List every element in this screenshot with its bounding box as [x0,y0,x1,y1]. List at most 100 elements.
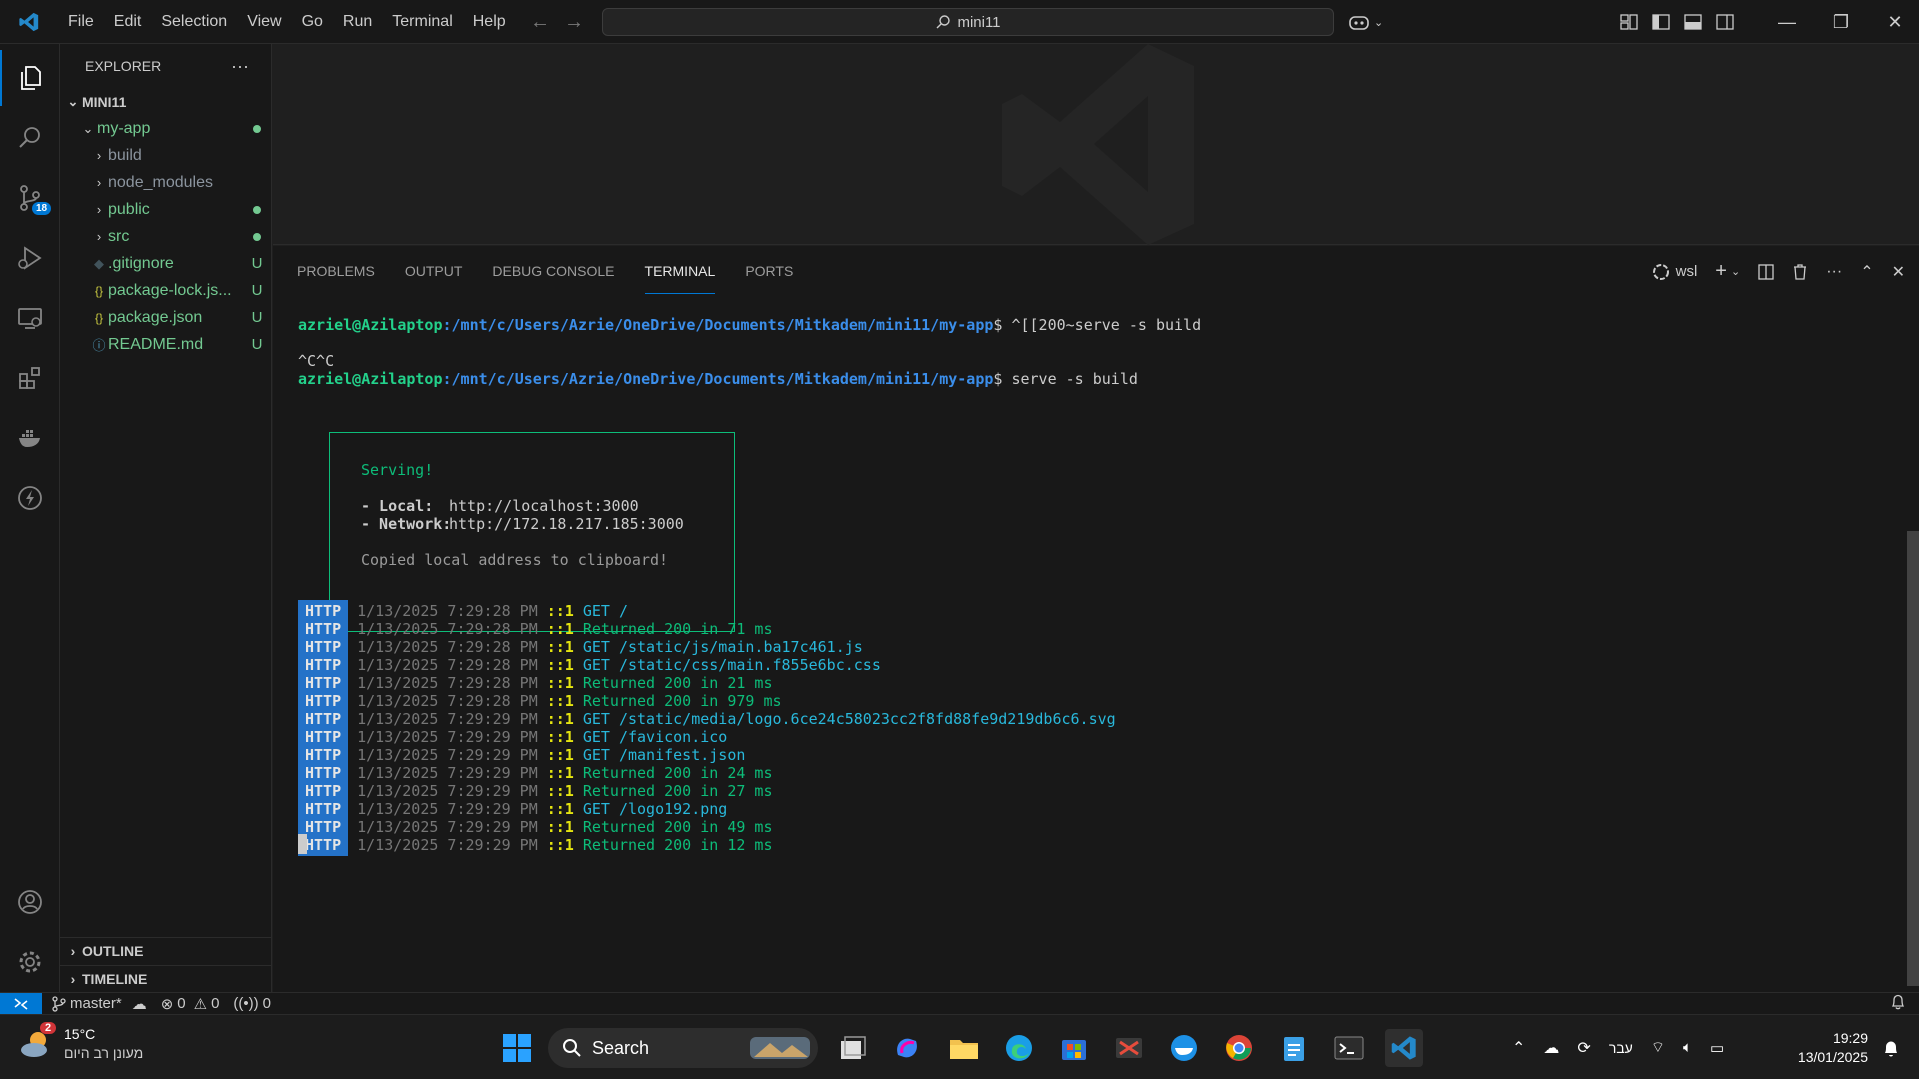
copilot-app-icon[interactable] [888,1029,926,1067]
snipping-tool-icon[interactable] [1110,1029,1148,1067]
notepad-icon[interactable] [1275,1029,1313,1067]
tab-debug-console[interactable]: DEBUG CONSOLE [492,258,614,294]
windows-terminal-icon[interactable] [1330,1029,1368,1067]
scrollbar-thumb[interactable] [1907,531,1919,986]
vscode-taskbar-icon[interactable] [1385,1029,1423,1067]
menu-run[interactable]: Run [333,0,382,44]
source-control-icon[interactable]: 18 [0,170,60,226]
docker-desktop-icon[interactable] [1165,1029,1203,1067]
workspace-root[interactable]: ⌄ MINI11 [60,88,272,115]
remote-explorer-icon[interactable] [0,290,60,346]
terminal-scrollbar[interactable] [1907,306,1919,986]
error-icon: ⊗ [160,995,174,1013]
notifications-bell-icon[interactable] [1891,994,1905,1014]
run-debug-icon[interactable] [0,230,60,286]
tree-item-my-app[interactable]: ⌄ my-app [60,115,272,142]
tree-item-package-json[interactable]: {} package.json U [60,304,272,331]
more-actions-icon[interactable]: ··· [1826,263,1842,281]
json-file-icon: {} [94,283,103,298]
problems-indicator[interactable]: ⊗ 0 ⚠ 0 [161,995,220,1013]
info-file-icon: ⓘ [92,338,106,353]
input-language[interactable]: עבר [1609,1040,1633,1056]
restore-icon[interactable]: ❐ [1814,12,1868,33]
remote-indicator-icon[interactable] [0,992,42,1015]
back-arrow-icon[interactable]: ← [530,11,550,34]
more-actions-icon[interactable]: ··· [231,56,249,77]
search-sidebar-icon[interactable] [0,110,60,166]
tab-ports[interactable]: PORTS [745,258,793,294]
windows-start-icon[interactable] [498,1029,536,1067]
tree-item-node-modules[interactable]: › node_modules [60,169,272,196]
forward-arrow-icon[interactable]: → [564,11,584,34]
timeline-section[interactable]: › TIMELINE [60,965,272,991]
customize-layout-icon[interactable] [1620,14,1638,30]
git-branch[interactable]: master* [52,995,122,1012]
menu-selection[interactable]: Selection [151,0,237,44]
close-window-icon[interactable]: ✕ [1868,12,1919,33]
account-icon[interactable] [0,874,60,930]
docker-icon[interactable] [0,410,60,466]
menu-bar: File Edit Selection View Go Run Terminal… [58,0,516,44]
tree-item-build[interactable]: › build [60,142,272,169]
terminal-instance-wsl[interactable]: wsl [1652,263,1697,281]
file-explorer-icon[interactable] [945,1029,983,1067]
menu-file[interactable]: File [58,0,104,44]
copilot-button[interactable]: ⌄ [1348,8,1383,36]
microsoft-store-icon[interactable] [1055,1029,1093,1067]
explorer-icon[interactable] [0,50,60,106]
terminal-output[interactable]: azriel@Azilaptop:/mnt/c/Users/Azrie/OneD… [298,306,1878,986]
edge-browser-icon[interactable] [1000,1029,1038,1067]
tree-item-public[interactable]: › public [60,196,272,223]
ports-indicator[interactable]: ((•)) 0 [233,995,271,1012]
close-panel-icon[interactable]: ✕ [1892,262,1905,282]
onedrive-cloud-icon[interactable]: ☁ [1543,1038,1559,1058]
tab-terminal[interactable]: TERMINAL [644,258,716,294]
battery-icon[interactable]: ▭ [1710,1039,1724,1057]
tree-item-src[interactable]: › src [60,223,272,250]
command-center-search[interactable]: mini11 [602,8,1334,36]
extensions-icon[interactable] [0,350,60,406]
weather-widget[interactable]: 2 15°C מעונן רב היום [18,1022,143,1063]
show-hidden-icons-chevron-icon[interactable]: ⌃ [1512,1038,1525,1058]
publish-branch-icon[interactable]: ☁ [132,995,147,1013]
chrome-browser-icon[interactable] [1220,1029,1258,1067]
menu-terminal[interactable]: Terminal [382,0,462,44]
toggle-primary-sidebar-icon[interactable] [1652,14,1670,30]
volume-icon[interactable]: 🔈︎ [1683,1039,1692,1056]
weather-alert-badge: 2 [40,1022,57,1034]
task-view-icon[interactable] [834,1029,872,1067]
outline-section[interactable]: › OUTLINE [60,937,272,963]
network-url[interactable]: http://172.18.217.185:3000 [449,515,684,533]
tab-output[interactable]: OUTPUT [405,258,463,294]
system-clock[interactable]: 19:29 13/01/2025 [1788,1029,1868,1067]
wifi-icon[interactable]: ⌔ [1651,1038,1665,1057]
chevron-down-icon[interactable]: ⌄ [1731,265,1740,278]
kill-terminal-trash-icon[interactable] [1792,263,1808,280]
tree-item-label: .gitignore [108,254,174,272]
tree-item-package-lock[interactable]: {} package-lock.js... U [60,277,272,304]
tab-problems[interactable]: PROBLEMS [297,258,375,294]
tree-item-readme[interactable]: ⓘ README.md U [60,331,272,358]
maximize-panel-icon[interactable]: ⌃ [1860,262,1873,282]
split-terminal-icon[interactable] [1758,263,1774,280]
git-status-untracked: U [251,282,263,299]
warning-count: 0 [211,995,220,1012]
lightning-extension-icon[interactable] [0,470,60,526]
sync-icon[interactable]: ⟳ [1577,1038,1590,1058]
menu-go[interactable]: Go [292,0,333,44]
settings-gear-icon[interactable] [0,934,60,990]
serving-title: Serving! [361,461,434,479]
panel-actions: wsl + ⌄ ··· ⌃ ✕ [1652,260,1905,283]
menu-help[interactable]: Help [463,0,516,44]
notification-bell-icon[interactable] [1872,1030,1910,1068]
taskbar-search[interactable]: Search [548,1028,818,1068]
editor-area[interactable] [273,44,1919,245]
menu-view[interactable]: View [237,0,291,44]
git-status-dot [253,125,261,133]
tree-item-gitignore[interactable]: ◆ .gitignore U [60,250,272,277]
toggle-panel-icon[interactable] [1684,14,1702,30]
minimize-icon[interactable]: — [1760,12,1814,33]
toggle-secondary-sidebar-icon[interactable] [1716,14,1734,30]
menu-edit[interactable]: Edit [104,0,152,44]
new-terminal-icon[interactable]: + [1715,260,1727,283]
